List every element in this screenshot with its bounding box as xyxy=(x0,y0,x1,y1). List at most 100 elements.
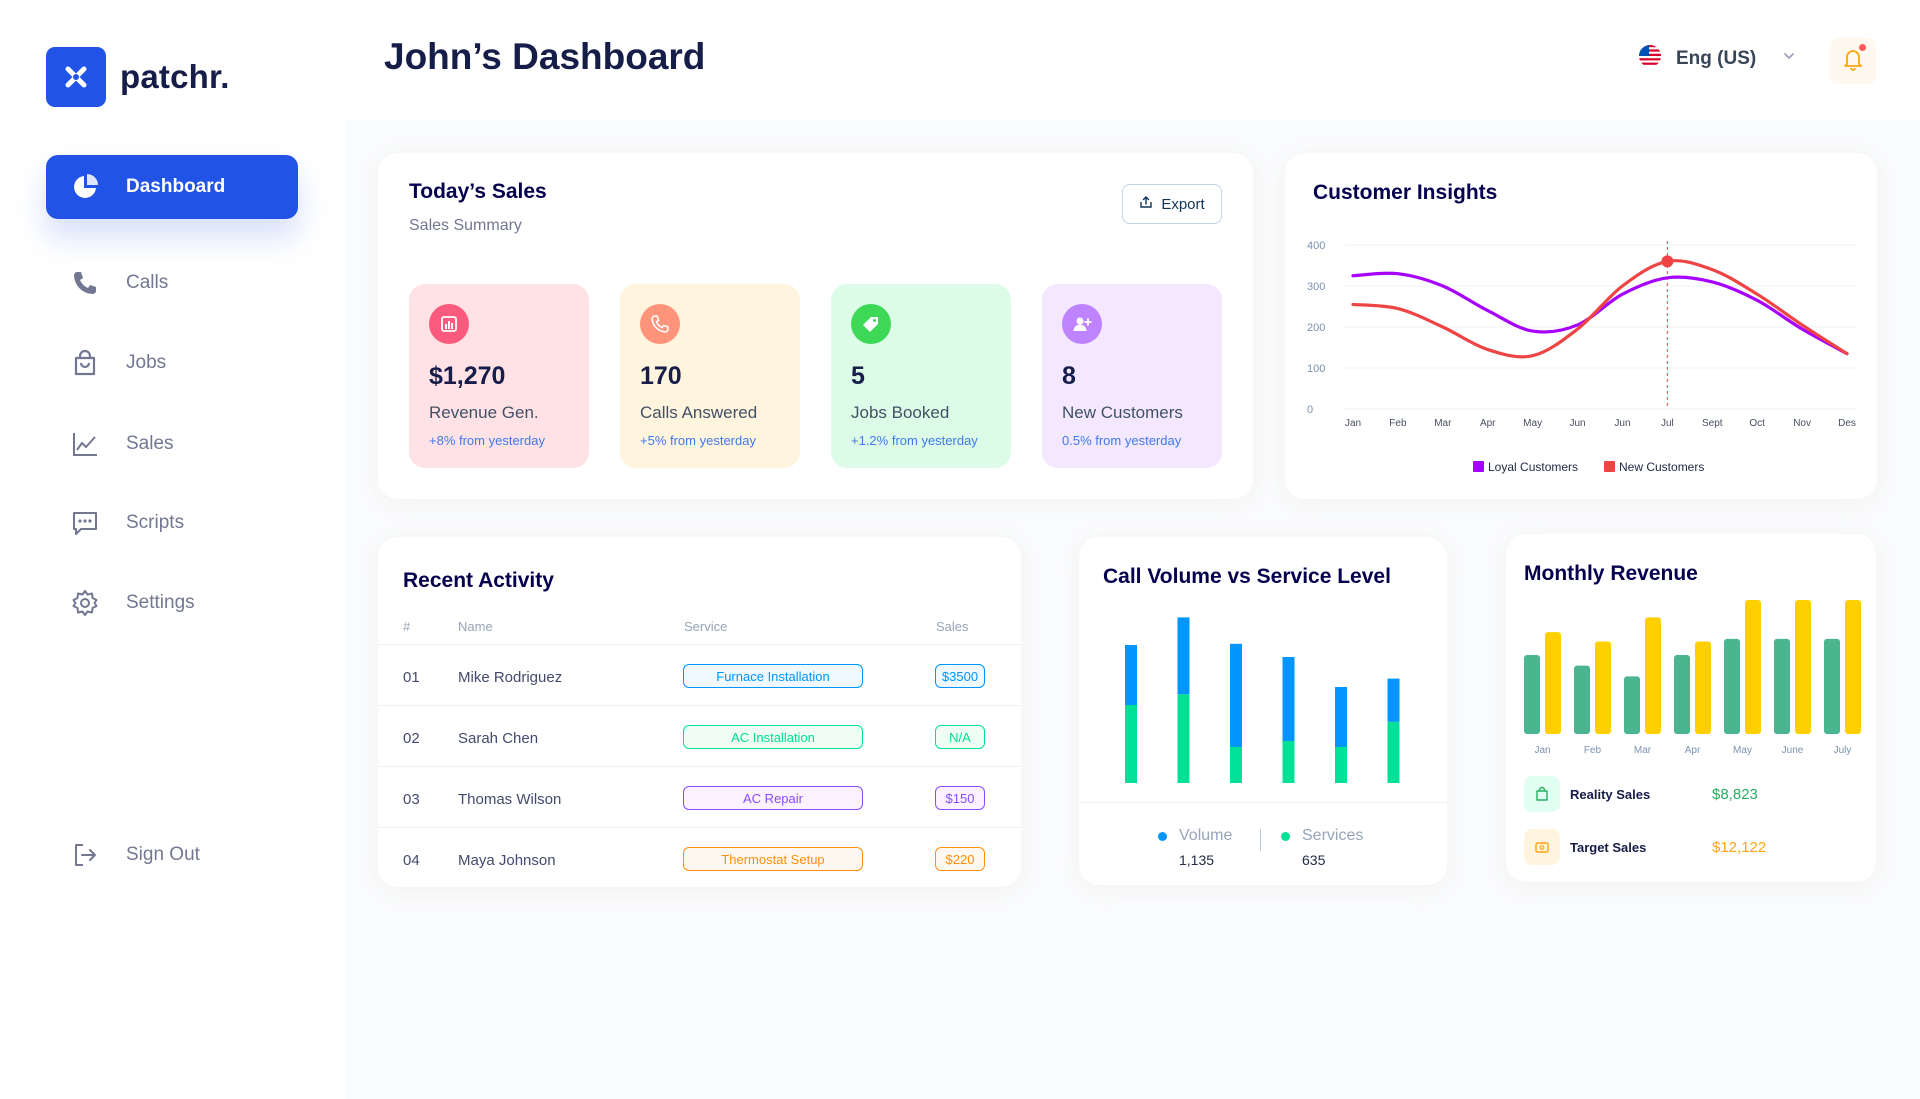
bar-segment xyxy=(1282,741,1295,783)
chevron-down-icon xyxy=(1782,49,1796,68)
row-name: Sarah Chen xyxy=(458,730,539,747)
revenue-bar xyxy=(1745,600,1761,734)
target-sales-label: Target Sales xyxy=(1570,839,1647,855)
highlight-point[interactable] xyxy=(1661,255,1674,268)
stat-card-jobs: 5 Jobs Booked +1.2% from yesterday xyxy=(831,284,1011,468)
us-flag-icon xyxy=(1638,44,1662,73)
service-badge: Thermostat Setup xyxy=(683,847,863,871)
table-row[interactable]: 01 Mike Rodriguez Furnace Installation $… xyxy=(378,644,1021,705)
x-tick-label: Apr xyxy=(1480,418,1496,429)
table-row[interactable]: 04 Maya Johnson Thermostat Setup $220 xyxy=(378,827,1021,888)
revenue-bar xyxy=(1774,638,1790,734)
divider xyxy=(1079,802,1447,803)
stat-value: 170 xyxy=(640,362,682,390)
legend-label: Services xyxy=(1302,827,1364,844)
add-user-icon xyxy=(1062,304,1102,344)
legend-label: New Customers xyxy=(1619,460,1704,474)
y-tick-label: 0 xyxy=(1307,404,1313,416)
service-badge: AC Installation xyxy=(683,725,863,749)
x-tick-label: Mar xyxy=(1434,418,1452,429)
language-selector[interactable]: Eng (US) xyxy=(1638,44,1796,73)
legend-dot xyxy=(1158,831,1167,841)
notification-button[interactable] xyxy=(1830,38,1876,84)
stat-card-calls: 170 Calls Answered +5% from yesterday xyxy=(620,284,800,468)
revenue-bar xyxy=(1524,654,1540,734)
sidebar-item-label: Calls xyxy=(126,272,169,293)
legend-divider xyxy=(1260,829,1261,851)
x-tick-label: Jan xyxy=(1534,745,1550,756)
stat-change: +5% from yesterday xyxy=(640,433,756,448)
y-tick-label: 200 xyxy=(1307,322,1325,334)
sidebar-item-sales[interactable]: Sales xyxy=(46,412,298,476)
row-name: Thomas Wilson xyxy=(458,791,562,808)
card-subtitle: Sales Summary xyxy=(409,217,522,234)
service-badge: Furnace Installation xyxy=(683,664,863,688)
revenue-bar xyxy=(1795,600,1811,734)
bar-segment xyxy=(1387,678,1400,722)
legend-value: 1,135 xyxy=(1179,852,1215,868)
logo[interactable]: patchr. xyxy=(46,47,230,107)
sales-badge: $3500 xyxy=(935,664,985,688)
sales-badge: $220 xyxy=(935,847,985,871)
customer-insights-chart: 0 100 200 300 400 Jan Feb Mar Apr May Jun Jun Jul Sep… xyxy=(1307,240,1857,474)
stat-label: New Customers xyxy=(1062,403,1183,422)
reality-sales-label: Reality Sales xyxy=(1570,786,1651,802)
bar-segment xyxy=(1335,687,1347,747)
column-header-number: # xyxy=(403,619,411,634)
message-icon xyxy=(68,506,102,540)
bar-segment xyxy=(1387,721,1400,783)
line-chart-icon xyxy=(68,427,102,461)
bar-segment xyxy=(1282,657,1295,741)
legend-value: 635 xyxy=(1302,852,1326,868)
call-volume-card: Call Volume vs Service Level Volume 1,13… xyxy=(1079,537,1447,885)
series-line xyxy=(1351,271,1849,356)
language-label: Eng (US) xyxy=(1676,47,1757,69)
legend-volume: Volume xyxy=(1158,827,1232,845)
legend-label: Volume xyxy=(1179,827,1233,844)
phone-icon xyxy=(68,266,102,300)
sales-badge: N/A xyxy=(935,725,985,749)
sidebar-item-label: Jobs xyxy=(126,352,167,373)
shopping-bag-icon xyxy=(68,346,102,380)
x-tick-label: June xyxy=(1782,745,1804,756)
stat-label: Calls Answered xyxy=(640,403,758,422)
page-title: John’s Dashboard xyxy=(384,36,706,77)
stat-label: Revenue Gen. xyxy=(429,403,539,422)
x-tick-label: Nov xyxy=(1793,418,1811,429)
y-tick-label: 400 xyxy=(1307,240,1325,252)
monthly-revenue-chart: Jan Feb Mar Apr May June July xyxy=(1524,600,1861,756)
stat-label: Jobs Booked xyxy=(851,403,950,422)
card-title: Recent Activity xyxy=(403,569,554,592)
x-tick-label: May xyxy=(1523,418,1542,429)
legend-swatch xyxy=(1604,461,1615,472)
bar-segment xyxy=(1230,747,1242,783)
monthly-revenue-card: Monthly Revenue Jan Feb Mar Apr May June July … xyxy=(1506,534,1876,882)
card-title: Today’s Sales xyxy=(409,180,547,203)
export-icon xyxy=(1139,195,1153,213)
revenue-bar xyxy=(1695,641,1711,734)
bar-segment xyxy=(1177,694,1190,783)
sidebar-item-calls[interactable]: Calls xyxy=(46,251,298,315)
sidebar-item-scripts[interactable]: Scripts xyxy=(46,491,298,555)
tag-icon xyxy=(851,304,891,344)
legend-dot xyxy=(1281,831,1290,841)
sales-badge: $150 xyxy=(935,786,985,810)
sidebar-item-dashboard[interactable]: Dashboard xyxy=(46,155,298,219)
table-row[interactable]: 03 Thomas Wilson AC Repair $150 xyxy=(378,766,1021,827)
x-tick-label: Jun xyxy=(1569,418,1585,429)
revenue-bar xyxy=(1574,665,1590,734)
phone-icon xyxy=(640,304,680,344)
sidebar-item-jobs[interactable]: Jobs xyxy=(46,331,298,395)
y-tick-label: 300 xyxy=(1307,281,1325,293)
bar-segment xyxy=(1125,645,1137,705)
stat-value: 5 xyxy=(851,362,865,390)
sidebar-item-label: Settings xyxy=(126,592,195,613)
stat-card-customers: 8 New Customers 0.5% from yesterday xyxy=(1042,284,1222,468)
column-header-name: Name xyxy=(458,619,493,634)
export-button[interactable]: Export xyxy=(1122,184,1222,224)
sidebar-item-settings[interactable]: Settings xyxy=(46,571,298,635)
table-row[interactable]: 02 Sarah Chen AC Installation N/A xyxy=(378,705,1021,766)
row-number: 02 xyxy=(403,730,420,747)
sign-out-button[interactable]: Sign Out xyxy=(46,823,298,887)
x-tick-label: Jul xyxy=(1661,418,1674,429)
